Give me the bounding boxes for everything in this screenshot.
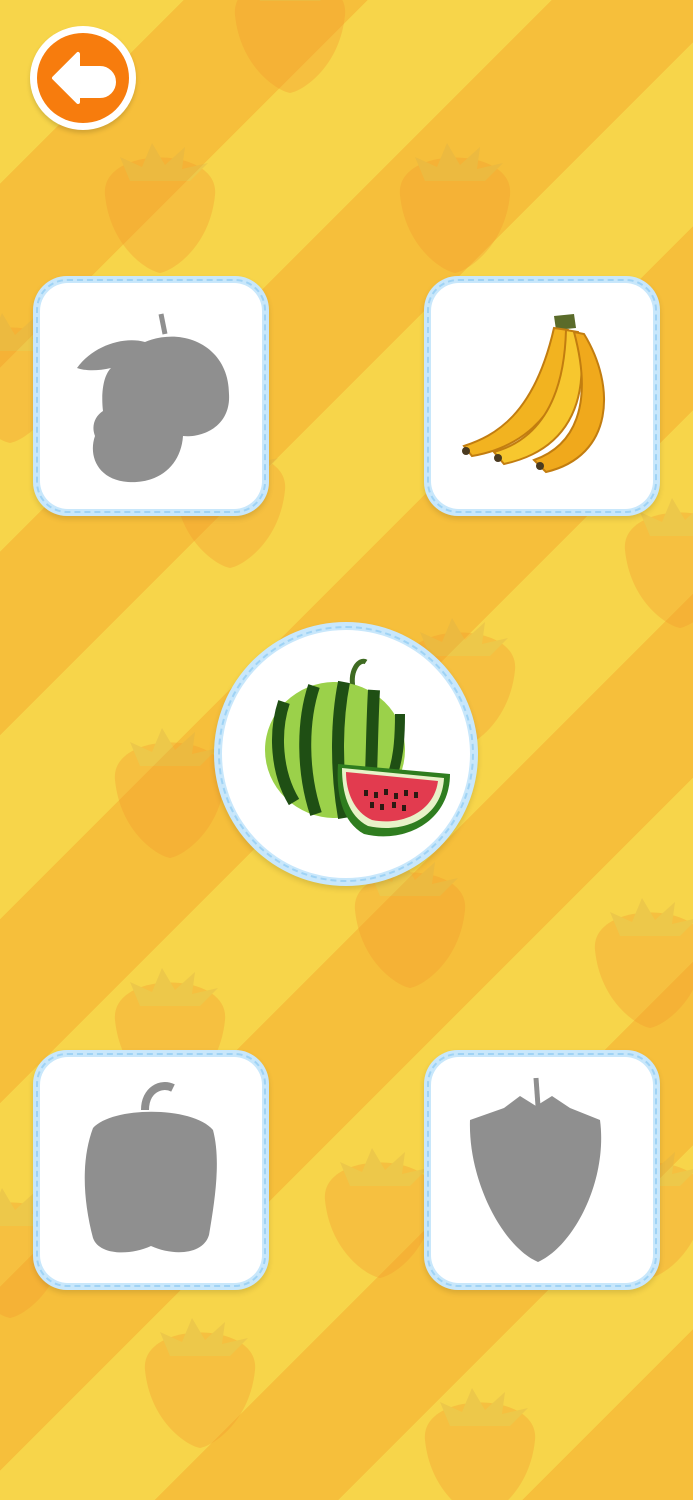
target-watermelon[interactable] bbox=[214, 622, 478, 886]
back-arrow-icon bbox=[52, 52, 116, 104]
card-banana[interactable] bbox=[424, 276, 660, 516]
card-strawberry-silhouette[interactable] bbox=[424, 1050, 660, 1290]
bell-pepper-silhouette-icon bbox=[84, 1082, 217, 1253]
card-bell-pepper-silhouette[interactable] bbox=[33, 1050, 269, 1290]
card-apple-silhouette[interactable] bbox=[33, 276, 269, 516]
watermelon-icon bbox=[265, 658, 450, 837]
strawberry-silhouette-icon bbox=[469, 1077, 602, 1262]
apple-silhouette-icon bbox=[77, 313, 230, 483]
back-button[interactable] bbox=[30, 26, 136, 130]
banana-icon bbox=[462, 314, 606, 474]
